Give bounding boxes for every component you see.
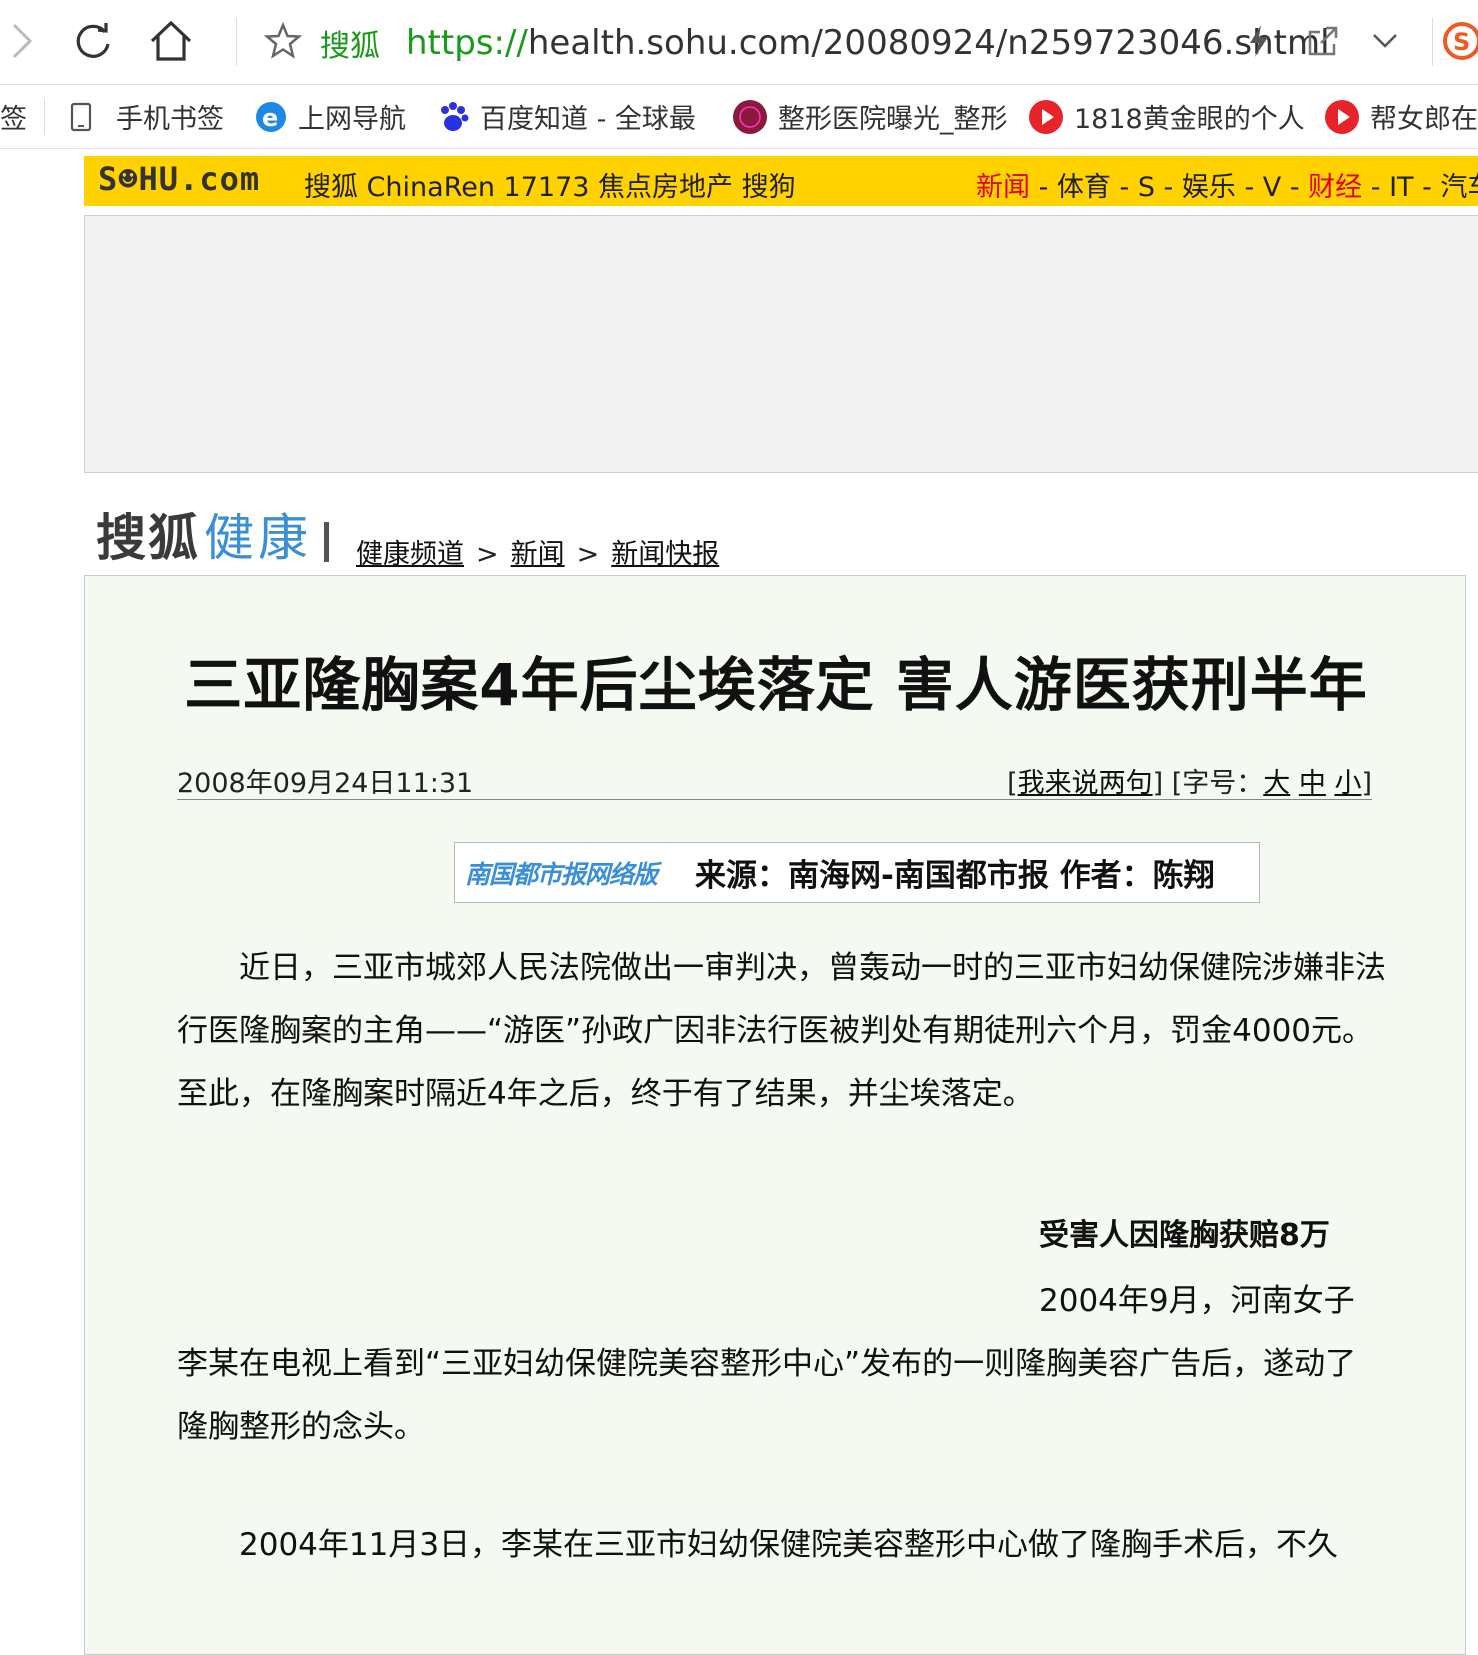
sohu-sites-links[interactable]: 搜狐 ChinaRen 17173 焦点房地产 搜狗 xyxy=(304,165,796,204)
url-protocol: https:// xyxy=(406,23,528,63)
font-size-medium[interactable]: 中 xyxy=(1299,768,1326,799)
font-size-small[interactable]: 小 xyxy=(1334,768,1361,799)
video-play-icon xyxy=(1028,99,1064,135)
article-paragraph: 近日，三亚市城郊人民法院做出一审判决，曾轰动一时的三亚市妇幼保健院涉嫌非法行医隆… xyxy=(177,950,1386,1112)
article-paragraph: 2004年9月，河南女子 李某在电视上看到“三亚妇幼保健院美容整形中心”发布的一… xyxy=(177,1283,1357,1445)
sogou-icon[interactable]: S xyxy=(1440,18,1478,64)
publish-date: 2008年09月24日11:31 xyxy=(177,768,474,799)
url-site-label: 搜狐 xyxy=(320,29,380,64)
source-author: 来源：南海网-南国都市报 作者：陈翔 xyxy=(695,858,1215,894)
source-box: 南国都市报网络版 来源：南海网-南国都市报 作者：陈翔 xyxy=(454,842,1260,903)
bookmark-partial[interactable]: 签 xyxy=(0,85,27,148)
forward-icon[interactable] xyxy=(0,18,46,64)
chevron-down-icon[interactable] xyxy=(1362,18,1408,64)
bookmarks-bar: 签 手机书签 e 上网导航 百度知道 - 全球最 整形医院曝光_整形 1818黄… xyxy=(0,85,1478,149)
sohu-channel-links: 新闻 - 体育 - S - 娱乐 - V - 财经 - IT - 汽车 xyxy=(976,172,1478,203)
ad-banner-placeholder xyxy=(84,215,1478,473)
breadcrumb-news[interactable]: 新闻 xyxy=(511,539,565,570)
svg-text:e: e xyxy=(262,104,278,132)
channel-finance-link[interactable]: 财经 xyxy=(1308,172,1362,203)
breadcrumb: 健康频道 > 新闻 > 新闻快报 xyxy=(356,539,720,570)
article-paragraph: 2004年11月3日，李某在三亚市妇幼保健院美容整形中心做了隆胸手术后，不久 xyxy=(177,1527,1339,1563)
reload-icon[interactable] xyxy=(70,18,116,64)
browser-address-bar: 搜狐 https://health.sohu.com/20080924/n259… xyxy=(0,0,1478,85)
bookmark-hospital[interactable]: 整形医院曝光_整形 xyxy=(732,85,1008,148)
sohu-top-nav: S☻HU.com 搜狐 ChinaRen 17173 焦点房地产 搜狗 新闻 -… xyxy=(84,156,1478,206)
sohu-health-logo[interactable]: 搜狐 健康 xyxy=(96,506,329,570)
bookmark-1818[interactable]: 1818黄金眼的个人 xyxy=(1028,85,1305,148)
channel-news-link[interactable]: 新闻 xyxy=(976,172,1030,203)
sohu-logo[interactable]: S☻HU.com xyxy=(98,160,260,198)
home-icon[interactable] xyxy=(148,18,194,64)
source-logo: 南国都市报网络版 xyxy=(465,859,658,889)
share-icon[interactable] xyxy=(1300,18,1346,64)
svg-text:S: S xyxy=(1453,28,1470,56)
bookmark-nav[interactable]: e 上网导航 xyxy=(254,85,406,148)
breadcrumb-news-flash[interactable]: 新闻快报 xyxy=(611,539,719,570)
url-field[interactable]: 搜狐 https://health.sohu.com/20080924/n259… xyxy=(320,20,1330,66)
url-path: health.sohu.com/20080924/n259723046.shtm… xyxy=(527,23,1330,63)
bookmark-mobile[interactable]: 手机书签 xyxy=(70,85,224,148)
article-title: 三亚隆胸案4年后尘埃落定 害人游医获刑半年 xyxy=(184,651,1368,719)
article-subheading: 受害人因隆胸获赔8万 xyxy=(1039,1218,1330,1253)
font-size-large[interactable]: 大 xyxy=(1263,768,1290,799)
video-play-icon xyxy=(1324,99,1360,135)
article-tools: [我来说两句] [字号：大 中 小] xyxy=(1007,768,1372,799)
article-container: 三亚隆胸案4年后尘埃落定 害人游医获刑半年 2008年09月24日11:31 [… xyxy=(84,575,1466,1655)
breadcrumb-health-channel[interactable]: 健康频道 xyxy=(356,539,464,570)
hospital-logo-icon xyxy=(732,99,768,135)
ie-icon: e xyxy=(254,100,288,134)
comment-link[interactable]: 我来说两句 xyxy=(1018,768,1153,799)
favorite-star-icon[interactable] xyxy=(260,18,306,64)
article-meta: 2008年09月24日11:31 [我来说两句] [字号：大 中 小] xyxy=(177,761,1372,800)
baidu-paw-icon xyxy=(436,100,470,134)
phone-icon xyxy=(70,102,92,132)
bookmark-baidu[interactable]: 百度知道 - 全球最 xyxy=(436,85,696,148)
lightning-icon[interactable] xyxy=(1236,18,1282,64)
bookmark-banvlang[interactable]: 帮女郎在 xyxy=(1324,85,1478,148)
